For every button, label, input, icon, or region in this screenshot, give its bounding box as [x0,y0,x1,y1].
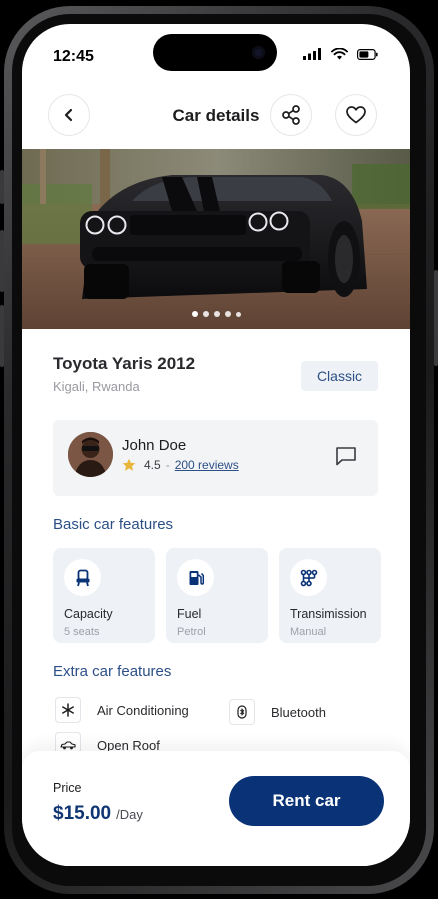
owner-rating: 4.5 - 200 reviews [122,458,239,472]
price: $15.00 /Day [53,803,143,825]
feature-name: Transimission [290,607,367,621]
car-photo [22,149,410,329]
star-icon [122,458,136,471]
extra-features-title: Extra car features [53,663,172,680]
basic-features-title: Basic car features [53,516,174,533]
seat-icon [64,559,101,596]
snowflake-icon [55,697,81,723]
top-bar: Car details [22,94,410,138]
share-icon [282,105,300,125]
gallery-dot[interactable] [224,311,231,317]
feature-capacity: Capacity 5 seats [53,548,155,643]
price-value: $15.00 [53,803,112,824]
mute-switch [0,170,4,204]
owner-card[interactable]: John Doe 4.5 - 200 reviews [53,420,378,496]
extra-feature-label: Bluetooth [271,704,326,720]
gear-shift-icon [290,559,327,596]
extra-feature-item: Air Conditioning [55,697,189,723]
feature-value: Manual [290,626,327,638]
dynamic-island [153,34,277,71]
car-location: Kigali, Rwanda [53,379,140,394]
share-button[interactable] [270,94,312,136]
message-owner-button[interactable] [334,444,358,468]
car-photo-gallery[interactable] [22,149,410,329]
battery-icon [357,48,378,60]
category-badge: Classic [301,361,378,391]
volume-up-button [0,230,4,292]
price-label: Price [53,781,82,795]
heart-icon [346,106,366,124]
car-name: Toyota Yaris 2012 [53,354,196,373]
reviews-link[interactable]: 200 reviews [175,458,239,472]
cellular-signal-icon [303,48,321,60]
gallery-pagination [22,311,410,317]
price-unit: /Day [116,807,143,822]
booking-bar: Price $15.00 /Day Rent car [22,751,410,866]
gallery-dot[interactable] [213,311,220,317]
rating-separator: - [165,458,170,472]
extra-feature-label: Air Conditioning [97,702,189,718]
feature-value: Petrol [177,626,206,638]
front-camera [252,46,265,59]
feature-fuel: Fuel Petrol [166,548,268,643]
gallery-dot[interactable] [202,311,209,317]
favorite-button[interactable] [335,94,377,136]
bluetooth-icon [229,699,255,725]
feature-name: Capacity [64,607,113,621]
status-bar: 12:45 [22,24,410,80]
feature-name: Fuel [177,607,202,621]
gallery-dot[interactable] [191,311,198,317]
wifi-icon [331,48,348,60]
rating-value: 4.5 [144,458,161,472]
fuel-pump-icon [177,559,214,596]
gallery-dot[interactable] [235,311,241,317]
chat-bubble-icon [336,447,356,466]
owner-name: John Doe [122,437,187,454]
extra-feature-item: Bluetooth [229,699,326,725]
avatar-photo [68,432,113,477]
feature-transmission: Transimission Manual [279,548,381,643]
volume-down-button [0,305,4,367]
owner-avatar[interactable] [68,432,113,477]
feature-value: 5 seats [64,626,100,638]
status-time: 12:45 [53,48,94,65]
status-icons [303,48,378,60]
rent-car-button[interactable]: Rent car [229,776,384,826]
app-screen: 12:45 Car details Toyota Yaris 2012 Kiga… [22,24,410,866]
power-button [434,270,438,366]
